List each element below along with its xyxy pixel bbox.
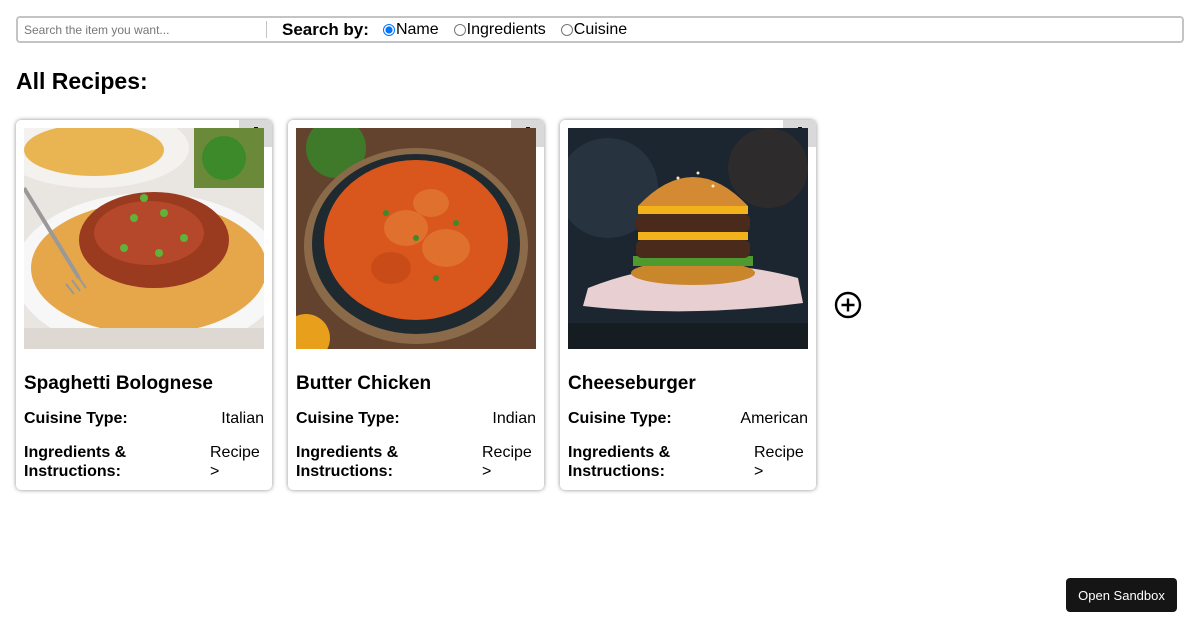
cuisine-type-label: Cuisine Type: <box>296 410 400 427</box>
recipe-name: Butter Chicken <box>296 373 432 394</box>
radio-ingredients-label: Ingredients <box>466 20 546 38</box>
radio-ingredients[interactable] <box>453 23 466 36</box>
cuisine-value: American <box>740 410 808 427</box>
plus-circle-icon <box>834 291 862 319</box>
recipe-card: Butter Chicken Cuisine Type: Indian Ingr… <box>288 120 544 490</box>
butter-chicken-image <box>296 128 536 349</box>
add-recipe-button[interactable] <box>833 290 863 320</box>
radio-name[interactable] <box>382 23 395 36</box>
cuisine-value: Indian <box>492 410 536 427</box>
search-input[interactable] <box>18 19 266 40</box>
recipe-link[interactable]: Recipe > <box>754 443 808 481</box>
cuisine-row: Cuisine Type: American <box>568 409 808 429</box>
cuisine-type-label: Cuisine Type: <box>24 410 128 427</box>
search-bar: Search by: Name Ingredients Cuisine <box>16 16 1184 43</box>
spaghetti-bolognese-image <box>24 128 264 349</box>
cheeseburger-image <box>568 128 808 349</box>
open-sandbox-button[interactable]: Open Sandbox <box>1066 578 1177 612</box>
instructions-row: Ingredients & Instructions: Recipe > <box>568 443 808 481</box>
ingredients-instructions-label: Ingredients & Instructions: <box>568 444 671 480</box>
page-title: All Recipes: <box>16 68 148 94</box>
cuisine-type-label: Cuisine Type: <box>568 410 672 427</box>
recipe-card: Cheeseburger Cuisine Type: American Ingr… <box>560 120 816 490</box>
recipe-card: Spaghetti Bolognese Cuisine Type: Italia… <box>16 120 272 490</box>
ingredients-instructions-label: Ingredients & Instructions: <box>296 444 399 480</box>
radio-name-label: Name <box>395 20 439 38</box>
radio-cuisine-label: Cuisine <box>573 20 628 38</box>
radio-cuisine[interactable] <box>560 23 573 36</box>
radio-option-ingredients[interactable]: Ingredients <box>453 20 546 39</box>
ingredients-instructions-label: Ingredients & Instructions: <box>24 444 127 480</box>
recipe-card-list: Spaghetti Bolognese Cuisine Type: Italia… <box>16 120 832 490</box>
recipe-link[interactable]: Recipe > <box>482 443 536 481</box>
instructions-row: Ingredients & Instructions: Recipe > <box>296 443 536 481</box>
recipe-link[interactable]: Recipe > <box>210 443 264 481</box>
instructions-row: Ingredients & Instructions: Recipe > <box>24 443 264 481</box>
recipe-name: Spaghetti Bolognese <box>24 373 213 394</box>
cuisine-value: Italian <box>221 410 264 427</box>
cuisine-row: Cuisine Type: Indian <box>296 409 536 429</box>
recipe-name: Cheeseburger <box>568 373 696 394</box>
radio-option-cuisine[interactable]: Cuisine <box>560 20 628 39</box>
search-divider <box>266 21 267 38</box>
search-by-label: Search by: <box>282 19 369 39</box>
radio-option-name[interactable]: Name <box>382 20 439 39</box>
cuisine-row: Cuisine Type: Italian <box>24 409 264 429</box>
